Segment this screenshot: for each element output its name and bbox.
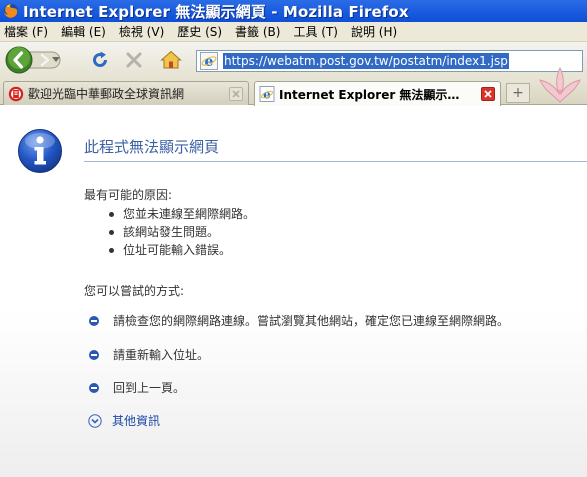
reload-button[interactable] bbox=[90, 50, 110, 70]
url-text[interactable]: https://webatm.post.gov.tw/postatm/index… bbox=[223, 53, 509, 69]
bullet-icon bbox=[109, 248, 114, 253]
history-dropdown[interactable] bbox=[51, 55, 61, 65]
menu-help[interactable]: 說明 (H) bbox=[351, 23, 397, 40]
blue-bullet-icon bbox=[89, 349, 99, 360]
back-button[interactable] bbox=[4, 46, 34, 74]
more-info-label[interactable]: 其他資訊 bbox=[112, 412, 160, 429]
menu-history[interactable]: 歷史 (S) bbox=[177, 23, 222, 40]
back-forward-group bbox=[4, 46, 62, 74]
try-item-check-connection: 請檢查您的網際網路連線。嘗試瀏覽其他網站，確定您已連線至網際網路。 bbox=[88, 312, 509, 329]
forward-button[interactable] bbox=[38, 53, 52, 67]
ie-site-icon: e bbox=[200, 52, 218, 70]
back-arrow-icon bbox=[5, 46, 33, 74]
tab-close-button[interactable] bbox=[481, 87, 495, 101]
blossom-theme-decoration bbox=[539, 66, 581, 103]
reason-text: 位址可能輸入錯誤。 bbox=[123, 243, 232, 257]
try-item-go-back[interactable]: 回到上一頁。 bbox=[88, 379, 185, 396]
menu-bar: 檔案 (F) 編輯 (E) 檢視 (V) 歷史 (S) 書籤 (B) 工具 (T… bbox=[0, 22, 587, 42]
new-tab-button[interactable]: + bbox=[506, 83, 530, 103]
chevron-down-icon bbox=[52, 57, 60, 62]
title-divider bbox=[84, 161, 587, 162]
tab-ie-error[interactable]: e Internet Explorer 無法顯示… bbox=[254, 81, 501, 106]
reasons-heading: 最有可能的原因: bbox=[84, 188, 173, 202]
forward-arrow-icon bbox=[40, 53, 50, 67]
stop-icon bbox=[126, 52, 142, 68]
close-icon bbox=[232, 89, 240, 98]
ie-page-icon: e bbox=[259, 86, 275, 102]
try-text: 請檢查您的網際網路連線。嘗試瀏覽其他網站，確定您已連線至網際網路。 bbox=[113, 314, 510, 328]
home-button[interactable] bbox=[160, 49, 182, 71]
navigation-toolbar: e https://webatm.post.gov.tw/postatm/ind… bbox=[0, 42, 587, 78]
list-item: 位址可能輸入錯誤。 bbox=[107, 241, 255, 259]
stop-button[interactable] bbox=[125, 51, 143, 69]
menu-view[interactable]: 檢視 (V) bbox=[119, 23, 164, 40]
post-logo-icon bbox=[8, 86, 24, 101]
tab-label: 歡迎光臨中華郵政全球資訊網 bbox=[28, 87, 185, 101]
try-text: 請重新輸入位址。 bbox=[113, 348, 210, 362]
menu-bookmarks[interactable]: 書籤 (B) bbox=[235, 23, 280, 40]
go-back-link[interactable]: 回到上一頁。 bbox=[113, 379, 185, 396]
home-icon bbox=[160, 50, 182, 69]
more-info-toggle[interactable]: 其他資訊 bbox=[88, 412, 160, 429]
url-bar[interactable]: e https://webatm.post.gov.tw/postatm/ind… bbox=[196, 50, 583, 72]
tab-chunghwa-post[interactable]: 歡迎光臨中華郵政全球資訊網 bbox=[3, 81, 249, 105]
menu-edit[interactable]: 編輯 (E) bbox=[61, 23, 106, 40]
close-icon bbox=[484, 90, 492, 98]
info-icon bbox=[18, 129, 62, 173]
reasons-list: 您並未連線至網際網路。 該網站發生問題。 位址可能輸入錯誤。 bbox=[107, 205, 255, 259]
reload-icon bbox=[93, 51, 107, 67]
bullet-icon bbox=[109, 212, 114, 217]
svg-text:e: e bbox=[263, 88, 271, 102]
tab-strip: 歡迎光臨中華郵政全球資訊網 e Internet Explorer 無法顯示… … bbox=[0, 66, 587, 106]
page-content: 此程式無法顯示網頁 最有可能的原因: 您並未連線至網際網路。 該網站發生問題。 … bbox=[0, 106, 587, 477]
blue-bullet-icon bbox=[89, 315, 99, 326]
try-item-retype-address: 請重新輸入位址。 bbox=[88, 346, 209, 363]
firefox-icon bbox=[3, 3, 19, 19]
blue-bullet-icon bbox=[89, 382, 99, 393]
reason-text: 該網站發生問題。 bbox=[123, 225, 220, 239]
window-titlebar: Internet Explorer 無法顯示網頁 - Mozilla Firef… bbox=[0, 0, 587, 22]
menu-tools[interactable]: 工具 (T) bbox=[293, 23, 338, 40]
bullet-icon bbox=[109, 230, 114, 235]
menu-file[interactable]: 檔案 (F) bbox=[4, 23, 48, 40]
expand-chevron-icon bbox=[88, 413, 102, 428]
page-title: 此程式無法顯示網頁 bbox=[84, 138, 220, 156]
tab-close-button[interactable] bbox=[229, 86, 243, 101]
list-item: 您並未連線至網際網路。 bbox=[107, 205, 255, 223]
list-item: 該網站發生問題。 bbox=[107, 223, 255, 241]
reason-text: 您並未連線至網際網路。 bbox=[123, 207, 256, 221]
window-title: Internet Explorer 無法顯示網頁 - Mozilla Firef… bbox=[23, 2, 409, 21]
try-heading: 您可以嘗試的方式: bbox=[84, 284, 185, 298]
tab-label: Internet Explorer 無法顯示… bbox=[279, 87, 460, 102]
